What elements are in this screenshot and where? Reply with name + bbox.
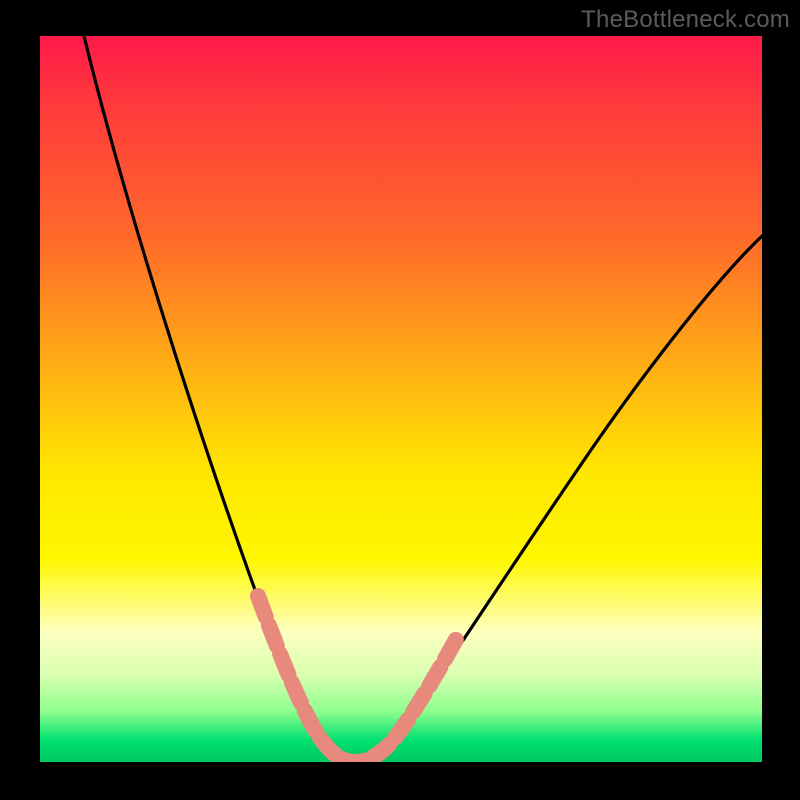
curve-path bbox=[84, 36, 762, 762]
chart-frame: TheBottleneck.com bbox=[0, 0, 800, 800]
watermark-label: TheBottleneck.com bbox=[581, 6, 790, 34]
bottleneck-curve bbox=[40, 36, 762, 762]
plot-area bbox=[40, 36, 762, 762]
optimal-range-highlight bbox=[258, 596, 458, 762]
